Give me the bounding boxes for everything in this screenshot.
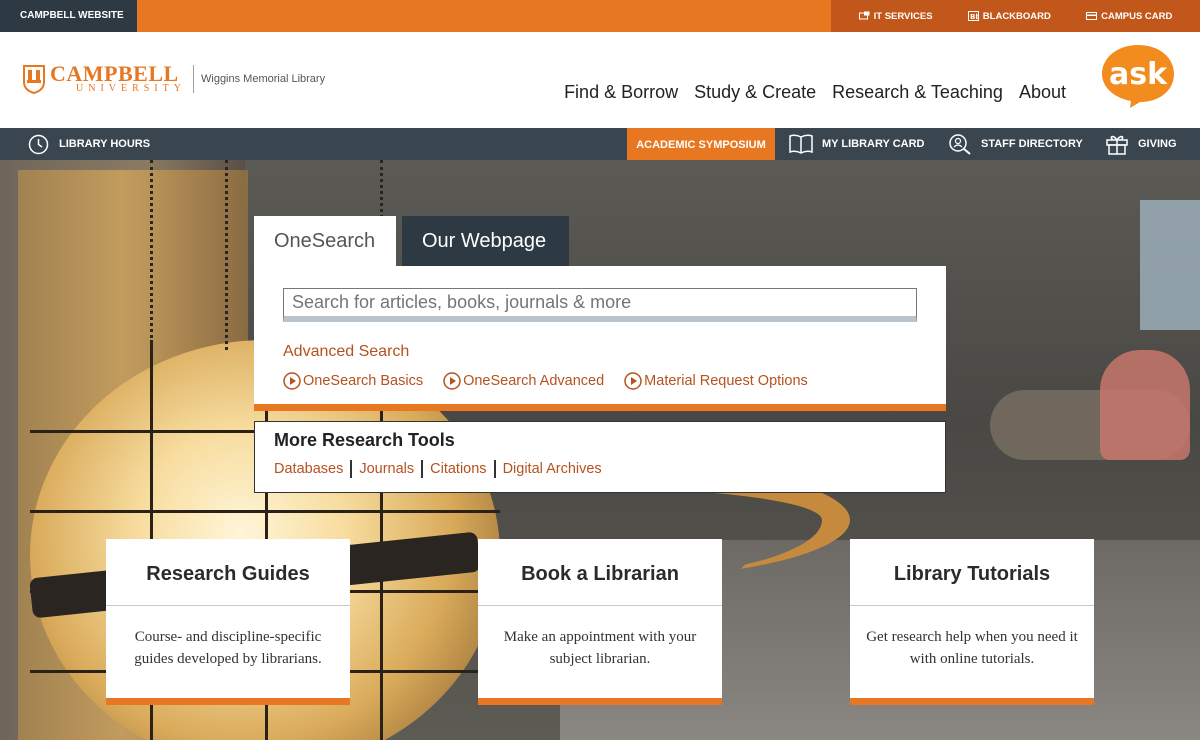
- library-hours-label: LIBRARY HOURS: [59, 138, 151, 150]
- search-input[interactable]: [283, 288, 917, 322]
- campbell-website-link[interactable]: CAMPBELL WEBSITE: [0, 0, 137, 32]
- material-request-options-label: Material Request Options: [644, 373, 808, 389]
- hero-person: [1100, 350, 1190, 460]
- card-title: Research Guides: [106, 539, 350, 606]
- link-separator: [350, 460, 353, 478]
- logo-divider: [193, 65, 194, 93]
- tab-onesearch[interactable]: OneSearch: [254, 216, 396, 266]
- nav-find-borrow[interactable]: Find & Borrow: [564, 82, 678, 103]
- clock-icon: [28, 134, 49, 154]
- onesearch-basics-link[interactable]: OneSearch Basics: [283, 372, 423, 390]
- card-description: Make an appointment with your subject li…: [503, 629, 697, 667]
- it-services-link[interactable]: IT SERVICES: [858, 10, 933, 22]
- journals-link[interactable]: Journals: [359, 461, 414, 477]
- campus-card-icon: [1086, 12, 1098, 20]
- giving-link[interactable]: GIVING: [1105, 128, 1177, 160]
- link-separator: [421, 460, 424, 478]
- citations-link[interactable]: Citations: [430, 461, 486, 477]
- tools-links: Databases Journals Citations Digital Arc…: [274, 460, 602, 478]
- play-circle-icon: [443, 372, 461, 390]
- staff-directory-label: STAFF DIRECTORY: [981, 138, 1083, 150]
- blackboard-icon: Bb: [967, 11, 979, 21]
- utility-links: IT SERVICES Bb BLACKBOARD CAMPUS CARD: [831, 0, 1200, 32]
- tools-title: More Research Tools: [274, 430, 455, 450]
- shield-icon: [23, 65, 45, 94]
- book-icon: [789, 134, 813, 154]
- link-separator: [493, 460, 496, 478]
- card-description: Get research help when you need it with …: [866, 629, 1078, 667]
- my-library-card-link[interactable]: MY LIBRARY CARD: [789, 128, 924, 160]
- research-guides-card[interactable]: Research Guides Course- and discipline-s…: [106, 539, 350, 705]
- staff-search-icon: [949, 134, 971, 155]
- nav-about[interactable]: About: [1019, 82, 1066, 103]
- play-circle-icon: [283, 372, 301, 390]
- nav-study-create[interactable]: Study & Create: [694, 82, 816, 103]
- book-a-librarian-card[interactable]: Book a Librarian Make an appointment wit…: [478, 539, 722, 705]
- search-quick-links: OneSearch Basics OneSearch Advanced Mate…: [283, 372, 808, 390]
- campbell-logo[interactable]: CAMPBELL UNIVERSITY Wiggins Memorial Lib…: [22, 61, 326, 94]
- material-request-options-link[interactable]: Material Request Options: [624, 372, 808, 390]
- hero-chain: [150, 160, 156, 350]
- hero-window: [1140, 200, 1200, 330]
- play-circle-icon: [624, 372, 642, 390]
- search-tabs: OneSearch Our Webpage: [254, 216, 569, 266]
- library-tutorials-card[interactable]: Library Tutorials Get research help when…: [850, 539, 1094, 705]
- giving-label: GIVING: [1138, 138, 1177, 150]
- library-name: Wiggins Memorial Library: [201, 73, 326, 85]
- svg-text:Bb: Bb: [970, 13, 979, 21]
- tab-our-webpage[interactable]: Our Webpage: [402, 216, 569, 266]
- blackboard-label: BLACKBOARD: [982, 10, 1051, 22]
- databases-link[interactable]: Databases: [274, 461, 343, 477]
- staff-directory-link[interactable]: STAFF DIRECTORY: [948, 128, 1083, 160]
- card-description: Course- and discipline-specific guides d…: [134, 629, 322, 667]
- library-hours-link[interactable]: LIBRARY HOURS: [28, 128, 150, 160]
- onesearch-basics-label: OneSearch Basics: [303, 373, 424, 389]
- advanced-search-link[interactable]: Advanced Search: [283, 343, 409, 361]
- card-title: Book a Librarian: [478, 539, 722, 606]
- blackboard-link[interactable]: Bb BLACKBOARD: [967, 10, 1051, 22]
- my-library-card-label: MY LIBRARY CARD: [822, 138, 925, 150]
- academic-symposium-button[interactable]: ACADEMIC SYMPOSIUM: [627, 128, 775, 160]
- onesearch-advanced-label: OneSearch Advanced: [463, 373, 605, 389]
- search-panel: Advanced Search OneSearch Basics OneSear…: [254, 266, 946, 411]
- logo-campbell: CAMPBELL: [50, 61, 179, 86]
- logo-wordmark: CAMPBELL UNIVERSITY: [50, 61, 186, 94]
- campus-card-label: CAMPUS CARD: [1101, 10, 1173, 22]
- ask-label: ask: [1109, 57, 1168, 92]
- utility-bar: CAMPBELL WEBSITE IT SERVICES Bb BLACKBOA…: [0, 0, 1200, 32]
- campus-card-link[interactable]: CAMPUS CARD: [1086, 11, 1172, 22]
- ask-chat-button[interactable]: ask: [1100, 42, 1176, 108]
- card-title: Library Tutorials: [850, 539, 1094, 606]
- nav-research-teaching[interactable]: Research & Teaching: [832, 82, 1003, 103]
- it-services-icon: [858, 11, 870, 20]
- site-header: CAMPBELL UNIVERSITY Wiggins Memorial Lib…: [0, 32, 1200, 128]
- onesearch-advanced-link[interactable]: OneSearch Advanced: [443, 372, 604, 390]
- it-services-label: IT SERVICES: [873, 10, 933, 22]
- hero-chain: [225, 160, 231, 350]
- main-nav: Find & Borrow Study & Create Research & …: [564, 82, 1066, 103]
- more-research-tools: More Research Tools Databases Journals C…: [254, 421, 946, 493]
- gift-icon: [1106, 135, 1128, 155]
- quick-links-bar: LIBRARY HOURS ACADEMIC SYMPOSIUM MY LIBR…: [0, 128, 1200, 160]
- digital-archives-link[interactable]: Digital Archives: [503, 461, 602, 477]
